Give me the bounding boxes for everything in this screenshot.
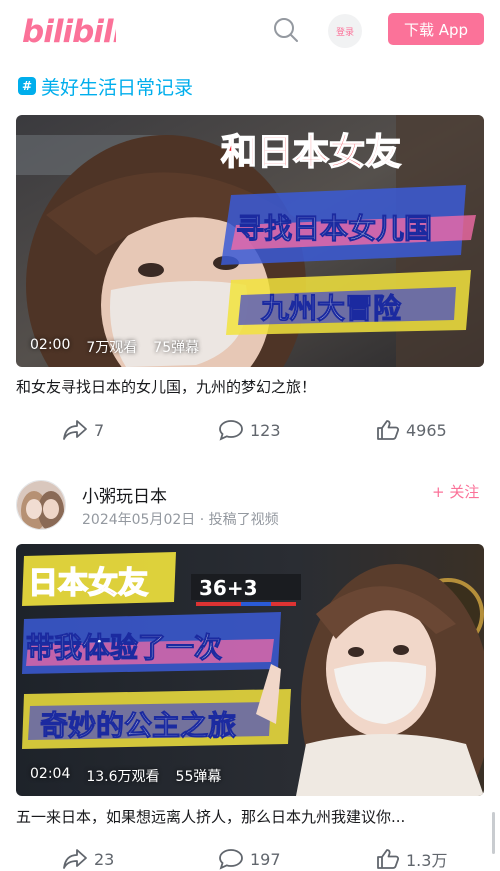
author-name[interactable]: 小粥玩日本: [82, 482, 167, 507]
video-stats: 02:00 7万观看 75弹幕: [30, 337, 199, 357]
danmaku-count: 75弹幕: [153, 340, 200, 356]
overlay-title-line: 奇妙的公主之旅: [39, 709, 237, 743]
scrollbar[interactable]: [492, 812, 495, 854]
overlay-title-line: 日本女友: [27, 565, 149, 602]
post-date: 2024年05月02日: [82, 512, 196, 528]
like-button[interactable]: 4965: [376, 415, 447, 445]
like-count: 1.3万: [406, 851, 448, 870]
comment-icon: [219, 849, 243, 870]
video-thumbnail[interactable]: 36+3 日本女友 带我体验了一次 奇妙的公主之旅 02:04 13.6万观看 …: [16, 544, 484, 796]
share-icon: [63, 420, 87, 440]
login-button[interactable]: 登录: [328, 14, 362, 48]
sign-text: 36+3: [199, 576, 258, 600]
author-meta: 2024年05月02日 · 投稿了视频: [82, 509, 279, 529]
share-button[interactable]: 23: [62, 844, 114, 871]
search-icon[interactable]: [270, 14, 302, 46]
download-app-button[interactable]: 下载 App: [388, 13, 484, 45]
video-description[interactable]: 和女友寻找日本的女儿国，九州的梦幻之旅！: [16, 376, 486, 397]
share-count: 7: [94, 420, 105, 440]
share-button[interactable]: 7: [62, 415, 104, 445]
share-icon: [63, 849, 87, 869]
comment-button[interactable]: 123: [218, 415, 281, 445]
danmaku-count: 55弹幕: [175, 769, 222, 785]
video-thumbnail[interactable]: 和日本女友 寻找日本女儿国 九州大冒险 02:00 7万观看 75弹幕: [16, 115, 484, 367]
view-count: 13.6万观看: [86, 769, 160, 785]
comment-count: 197: [250, 849, 281, 869]
topic-label: 美好生活日常记录: [41, 76, 194, 99]
like-button[interactable]: 1.3万: [376, 844, 447, 871]
thumbs-up-icon: [377, 420, 400, 440]
avatar[interactable]: [16, 480, 66, 530]
overlay-title-line: 和日本女友: [220, 131, 402, 174]
video-description[interactable]: 五一来日本，如果想远离人挤人，那么日本九州我建议你...: [16, 806, 482, 827]
video-stats: 02:04 13.6万观看 55弹幕: [30, 766, 221, 786]
view-count: 7万观看: [86, 340, 138, 356]
overlay-title-line: 九州大冒险: [260, 292, 402, 326]
topic-tag[interactable]: # 美好生活日常记录: [18, 72, 193, 100]
follow-button[interactable]: + 关注: [432, 481, 479, 502]
share-count: 23: [94, 849, 115, 869]
overlay-title-line: 带我体验了一次: [25, 631, 223, 665]
overlay-title-line: 寻找日本女儿国: [235, 212, 433, 246]
thumbs-up-icon: [377, 849, 400, 869]
action-bar: 7 123 4965: [0, 415, 500, 445]
logo-text: bilibili: [22, 14, 116, 50]
video-duration: 02:00: [30, 337, 71, 353]
comment-count: 123: [250, 420, 281, 440]
bilibili-logo[interactable]: bilibili: [22, 10, 125, 50]
top-header: bilibili 登录 下载 App: [0, 0, 500, 60]
post-action: · 投稿了视频: [199, 512, 279, 528]
comment-button[interactable]: 197: [218, 844, 281, 871]
comment-icon: [219, 420, 243, 441]
like-count: 4965: [406, 420, 447, 440]
hashtag-icon: #: [18, 77, 36, 95]
video-duration: 02:04: [30, 766, 71, 782]
action-bar: 23 197 1.3万: [0, 844, 500, 871]
